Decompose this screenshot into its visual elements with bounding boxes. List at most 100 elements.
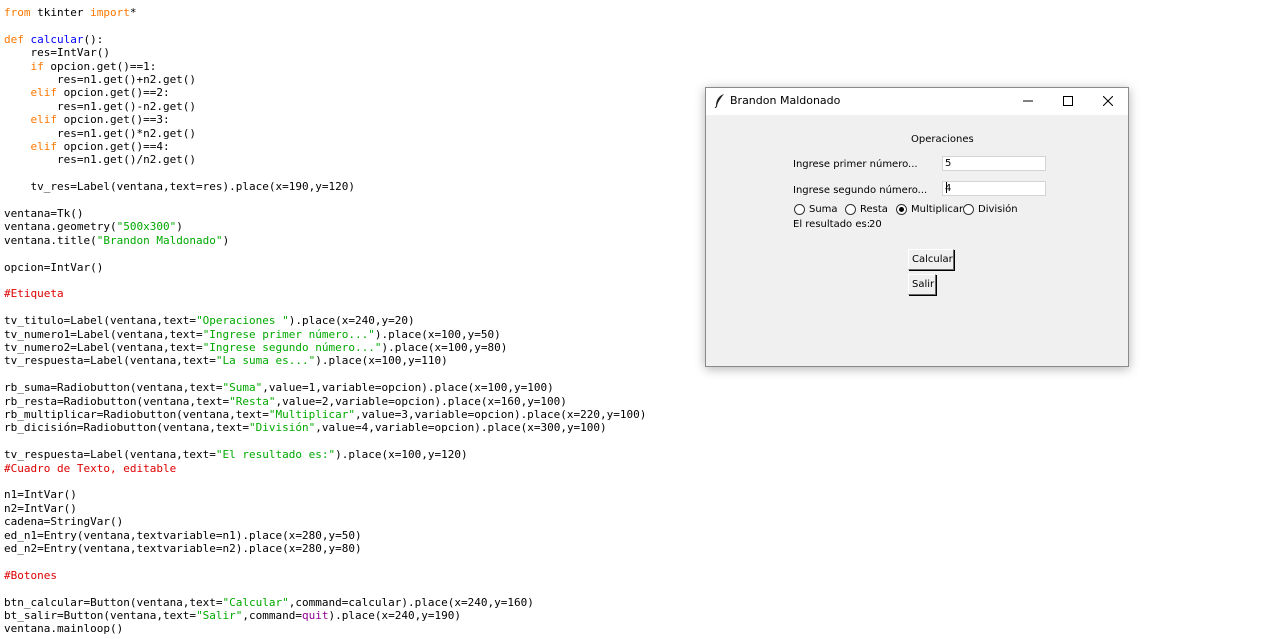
code-line: n1=IntVar() <box>4 488 77 501</box>
code-token: tv_numero2=Label(ventana,text= <box>4 341 203 354</box>
first-number-input[interactable] <box>942 156 1046 171</box>
minimize-button[interactable] <box>1008 88 1048 115</box>
code-token: tkinter <box>30 6 91 19</box>
code-token: "500x300" <box>116 220 177 234</box>
code-token: ,value=3,variable=opcion).place(x=220,y=… <box>355 408 647 421</box>
code-token: "Suma" <box>222 381 263 395</box>
code-token: ,command=calcular).place(x=240,y=160) <box>288 595 534 609</box>
code-line: bt_salir=Button(ventana,text="Salir",com… <box>4 609 461 622</box>
code-token: "Operaciones " <box>196 314 289 328</box>
title-bar[interactable]: Brandon Maldonado <box>706 88 1128 115</box>
code-token: if <box>30 59 44 73</box>
code-line: res=n1.get()*n2.get() <box>4 127 196 140</box>
code-line: elif opcion.get()==3: <box>4 113 170 126</box>
radio-circle <box>963 204 974 215</box>
code-token: ).place(x=100,y=110) <box>315 354 448 368</box>
second-number-input[interactable] <box>942 181 1046 196</box>
code-token: rb_multiplicar=Radiobutton(ventana,text= <box>4 408 269 421</box>
radio-label: Multiplicar <box>911 204 964 215</box>
maximize-button[interactable] <box>1048 88 1088 115</box>
code-token: tv_respuesta=Label(ventana,text= <box>4 354 216 368</box>
window-client-area: Operaciones Ingrese primer número... Ing… <box>706 115 1128 366</box>
code-token: res=IntVar() <box>4 46 110 60</box>
code-token: ed_n1=Entry(ventana,textvariable=n1).pla… <box>4 528 362 542</box>
code-token: res=n1.get()*n2.get() <box>4 126 197 140</box>
result-label: El resultado es: <box>793 219 871 230</box>
code-token: elif <box>30 140 58 153</box>
code-token: "Multiplicar" <box>268 408 355 421</box>
code-line: opcion=IntVar() <box>4 261 103 274</box>
code-line: tv_titulo=Label(ventana,text="Operacione… <box>4 314 415 327</box>
radio-selected-dot <box>899 207 904 212</box>
code-token: ,value=1,variable=opcion).place(x=100,y=… <box>262 381 554 395</box>
code-token: cadena=StringVar() <box>4 515 124 529</box>
code-token: bt_salir=Button(ventana,text= <box>4 609 197 622</box>
code-token: #Etiqueta <box>4 287 64 301</box>
code-line: btn_calcular=Button(ventana,text="Calcul… <box>4 596 534 609</box>
code-line: from tkinter import* <box>4 6 136 19</box>
code-token: ,value=2,variable=opcion).place(x=160,y=… <box>275 394 567 408</box>
code-token: ).place(x=240,y=20) <box>288 314 415 328</box>
code-line: #Cuadro de Texto, editable <box>4 462 176 475</box>
code-token: ed_n2=Entry(ventana,textvariable=n2).pla… <box>4 542 362 555</box>
code-token: "Resta" <box>229 394 276 408</box>
code-line: tv_numero1=Label(ventana,text="Ingrese p… <box>4 328 501 341</box>
radio-label: Suma <box>809 204 838 215</box>
code-token: quit <box>302 609 329 622</box>
code-token: rb_dicisión=Radiobutton(ventana,text= <box>4 421 250 435</box>
code-line: ed_n2=Entry(ventana,textvariable=n2).pla… <box>4 542 362 555</box>
code-token: ) <box>176 220 183 234</box>
radio-circle <box>845 204 856 215</box>
code-token: import <box>90 6 130 19</box>
close-icon <box>1102 95 1114 107</box>
code-token: tv_respuesta=Label(ventana,text= <box>4 448 216 462</box>
close-button[interactable] <box>1088 88 1128 115</box>
minimize-icon <box>1023 100 1033 102</box>
code-line: res=n1.get()+n2.get() <box>4 73 196 86</box>
code-line: elif opcion.get()==4: <box>4 140 170 153</box>
code-token: calcular <box>30 32 84 46</box>
code-line: ventana.mainloop() <box>4 622 123 635</box>
code-token: opcion.get()==1: <box>43 59 157 73</box>
maximize-icon <box>1063 96 1073 106</box>
code-token: ).place(x=100,y=50) <box>374 327 501 341</box>
code-token: "La suma es..." <box>215 354 316 368</box>
second-number-label: Ingrese segundo número... <box>793 185 928 196</box>
code-line: ed_n1=Entry(ventana,textvariable=n1).pla… <box>4 529 362 542</box>
code-token: elif <box>30 113 58 127</box>
code-line: def calcular(): <box>4 33 103 46</box>
code-token: tv_titulo=Label(ventana,text= <box>4 314 197 328</box>
code-line: rb_suma=Radiobutton(ventana,text="Suma",… <box>4 381 554 394</box>
radio-circle <box>896 204 907 215</box>
code-line: tv_res=Label(ventana,text=res).place(x=1… <box>4 180 355 193</box>
code-token: def <box>4 32 24 46</box>
code-token: ,value=4,variable=opcion).place(x=300,y=… <box>315 421 607 435</box>
code-token: "División" <box>249 421 316 435</box>
code-line: rb_multiplicar=Radiobutton(ventana,text=… <box>4 408 646 421</box>
code-line: res=IntVar() <box>4 46 110 60</box>
text-cursor <box>946 182 947 193</box>
calcular-button[interactable]: Calcular <box>908 249 954 270</box>
code-token: ).place(x=240,y=190) <box>328 609 461 622</box>
code-token: tv_numero1=Label(ventana,text= <box>4 327 203 341</box>
code-line: rb_resta=Radiobutton(ventana,text="Resta… <box>4 395 567 408</box>
code-line: tv_numero2=Label(ventana,text="Ingrese s… <box>4 341 507 354</box>
code-token: btn_calcular=Button(ventana,text= <box>4 595 223 609</box>
code-line: res=n1.get()-n2.get() <box>4 100 196 113</box>
code-line: if opcion.get()==1: <box>4 59 157 73</box>
feather-icon <box>714 94 724 108</box>
code-line: #Botones <box>4 569 57 582</box>
salir-button[interactable]: Salir <box>908 274 936 295</box>
code-line: rb_dicisión=Radiobutton(ventana,text="Di… <box>4 421 607 434</box>
code-token: "Calcular" <box>222 595 289 609</box>
radio-label: División <box>978 204 1018 215</box>
code-token: "Salir" <box>196 609 243 622</box>
code-token: (): <box>83 32 104 46</box>
code-token: rb_resta=Radiobutton(ventana,text= <box>4 394 230 408</box>
code-token: tv_res=Label(ventana,text=res).place(x=1… <box>4 180 355 194</box>
code-token: n2=IntVar() <box>4 501 77 515</box>
